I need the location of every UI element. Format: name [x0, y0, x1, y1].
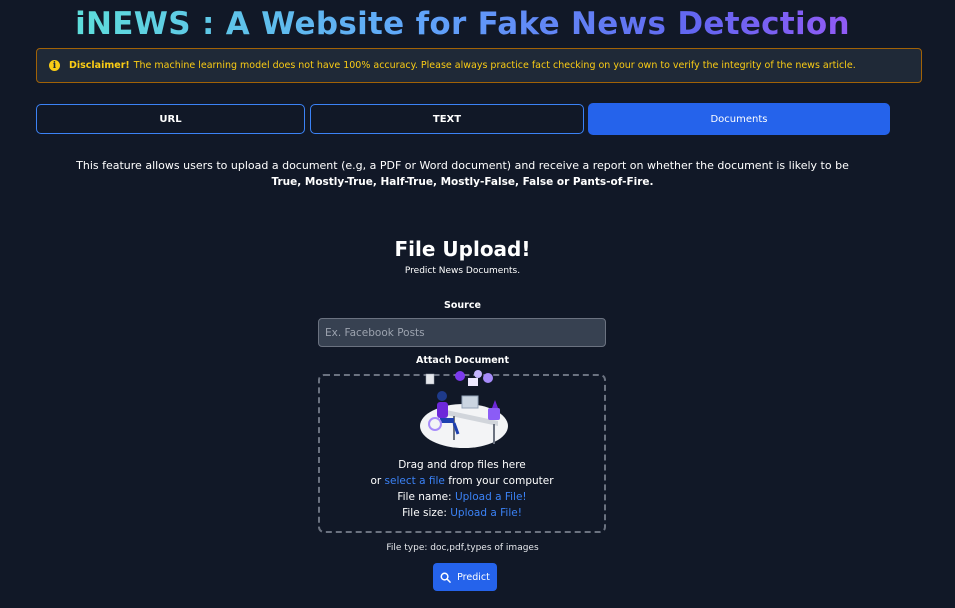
select-file-line: or select a file from your computer — [320, 475, 604, 487]
upload-title: File Upload! — [394, 237, 531, 261]
feature-description: This feature allows users to upload a do… — [76, 159, 849, 172]
or-text: or — [370, 475, 382, 487]
file-name-value: Upload a File! — [454, 491, 527, 503]
select-file-link[interactable]: select a file — [385, 475, 445, 487]
upload-illustration — [420, 370, 508, 448]
disclaimer-text: The machine learning model does not have… — [133, 60, 856, 71]
disclaimer-label: Disclaimer! — [69, 60, 130, 71]
file-name-line: File name: Upload a File! — [320, 491, 604, 503]
tab-documents[interactable]: Documents — [588, 103, 890, 135]
file-size-line: File size: Upload a File! — [320, 507, 604, 519]
tab-text[interactable]: TEXT — [310, 104, 584, 134]
drag-drop-text: Drag and drop files here — [398, 459, 526, 471]
search-icon — [440, 572, 451, 583]
predict-button[interactable]: Predict — [433, 563, 497, 591]
predict-label: Predict — [457, 571, 490, 583]
from-computer-text: from your computer — [448, 475, 554, 487]
info-circle-icon: i — [49, 60, 60, 71]
file-name-label: File name: — [397, 491, 452, 503]
file-dropzone[interactable]: Drag and drop files here or select a fil… — [318, 370, 606, 533]
page-title: iNEWS : A Website for Fake News Detectio… — [0, 6, 925, 42]
file-size-label: File size: — [402, 507, 447, 519]
feature-categories: True, Mostly-True, Half-True, Mostly-Fal… — [271, 176, 654, 188]
source-input[interactable] — [318, 318, 606, 347]
file-size-value: Upload a File! — [450, 507, 522, 519]
attach-document-label: Attach Document — [415, 355, 509, 366]
upload-subtitle: Predict News Documents. — [404, 266, 521, 276]
source-label: Source — [444, 300, 481, 311]
tab-url[interactable]: URL — [36, 104, 305, 134]
disclaimer-banner: i Disclaimer! The machine learning model… — [36, 48, 922, 83]
file-type-hint: File type: doc,pdf,types of images — [386, 543, 539, 553]
